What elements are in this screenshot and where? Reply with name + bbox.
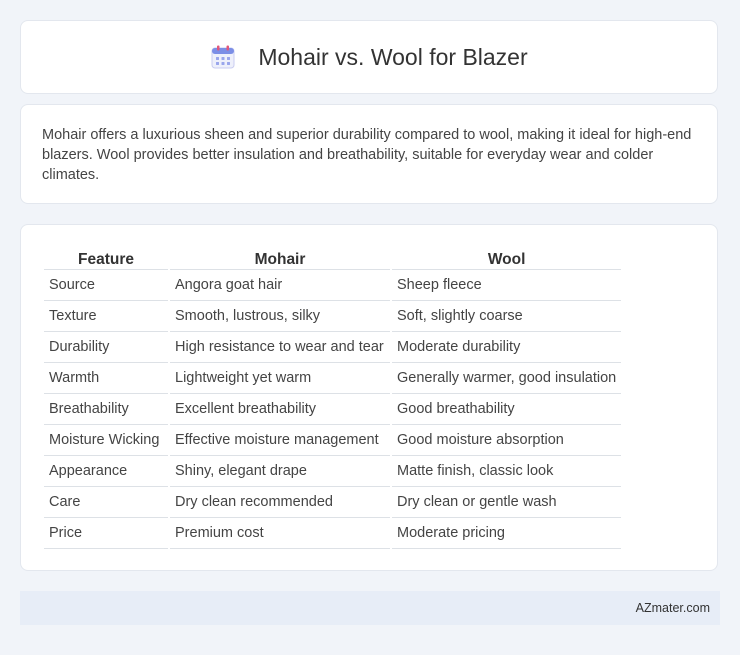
table-header-row: Feature Mohair Wool — [44, 245, 622, 270]
feature-cell: Care — [44, 487, 168, 518]
feature-cell: Breathability — [44, 394, 168, 425]
feature-cell: Texture — [44, 301, 168, 332]
mohair-cell: Dry clean recommended — [170, 487, 390, 518]
comparison-table: Feature Mohair Wool Source Angora goat ha… — [42, 245, 623, 549]
header-content: Mohair vs. Wool for Blazer — [210, 43, 528, 71]
wool-cell: Sheep fleece — [392, 270, 622, 301]
mohair-cell: Excellent breathability — [170, 394, 390, 425]
wool-cell: Matte finish, classic look — [392, 456, 622, 487]
wool-cell: Good breathability — [392, 394, 622, 425]
column-header-feature: Feature — [44, 245, 168, 270]
mohair-cell: Angora goat hair — [170, 270, 390, 301]
mohair-cell: Lightweight yet warm — [170, 363, 390, 394]
wool-cell: Generally warmer, good insulation — [392, 363, 622, 394]
feature-cell: Warmth — [44, 363, 168, 394]
mohair-cell: Shiny, elegant drape — [170, 456, 390, 487]
column-header-wool: Wool — [392, 245, 622, 270]
mohair-cell: Effective moisture management — [170, 425, 390, 456]
wool-cell: Moderate pricing — [392, 518, 622, 549]
feature-cell: Durability — [44, 332, 168, 363]
table-row: Durability High resistance to wear and te… — [44, 332, 622, 363]
feature-cell: Source — [44, 270, 168, 301]
header-card: Mohair vs. Wool for Blazer — [20, 20, 718, 94]
summary-card: Mohair offers a luxurious sheen and supe… — [20, 104, 718, 204]
table-row: Moisture Wicking Effective moisture manag… — [44, 425, 622, 456]
feature-cell: Price — [44, 518, 168, 549]
footer-brand: AZmater.com — [635, 601, 710, 615]
summary-text: Mohair offers a luxurious sheen and supe… — [42, 127, 692, 183]
comparison-card: Feature Mohair Wool Source Angora goat ha… — [20, 224, 718, 571]
wool-cell: Moderate durability — [392, 332, 622, 363]
page-title: Mohair vs. Wool for Blazer — [258, 43, 528, 70]
table-row: Source Angora goat hair Sheep fleece — [44, 270, 622, 301]
mohair-cell: High resistance to wear and tear — [170, 332, 390, 363]
table-row: Price Premium cost Moderate pricing — [44, 518, 622, 549]
table-row: Care Dry clean recommended Dry clean or ge… — [44, 487, 622, 518]
table-row: Breathability Excellent breathability Good… — [44, 394, 622, 425]
wool-cell: Good moisture absorption — [392, 425, 622, 456]
mohair-cell: Premium cost — [170, 518, 390, 549]
footer-bar: AZmater.com — [20, 591, 720, 625]
feature-cell: Appearance — [44, 456, 168, 487]
column-header-mohair: Mohair — [170, 245, 390, 270]
mohair-cell: Smooth, lustrous, silky — [170, 301, 390, 332]
table-row: Appearance Shiny, elegant drape Matte fini… — [44, 456, 622, 487]
calendar-icon — [210, 44, 236, 70]
table-row: Texture Smooth, lustrous, silky Soft, slig… — [44, 301, 622, 332]
wool-cell: Soft, slightly coarse — [392, 301, 622, 332]
wool-cell: Dry clean or gentle wash — [392, 487, 622, 518]
feature-cell: Moisture Wicking — [44, 425, 168, 456]
table-row: Warmth Lightweight yet warm Generally warm… — [44, 363, 622, 394]
